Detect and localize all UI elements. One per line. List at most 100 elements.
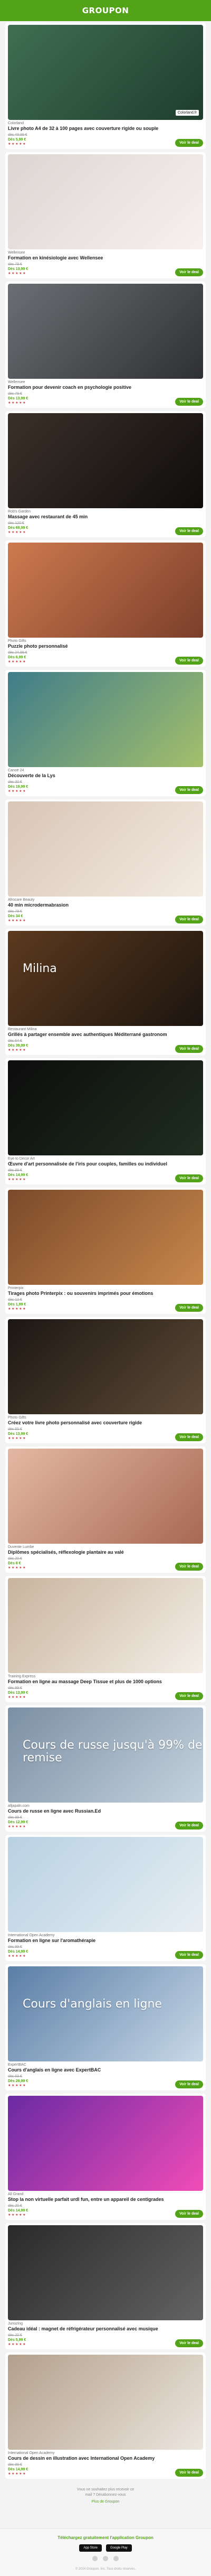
deal-image[interactable]: Milina xyxy=(8,931,203,1026)
view-deal-button[interactable]: Voir le deal xyxy=(175,2080,203,2088)
deal-new-price: Dès 14,99 € xyxy=(8,1173,28,1177)
deal-image[interactable] xyxy=(8,801,203,897)
deal-image[interactable]: Colorland.fr xyxy=(8,25,203,120)
deal-card[interactable]: Eye to Decor Art Œuvre d'art personnalisé… xyxy=(5,1058,206,1184)
deal-title[interactable]: Cadeau idéal : magnet de réfrigérateur p… xyxy=(8,2326,203,2332)
deal-title[interactable]: 40 min microdermabrasion xyxy=(8,902,203,908)
deal-rating: ★ ★ ★ ★ ★ xyxy=(8,402,26,405)
deal-title[interactable]: Cours de russe en ligne avec Russian.Ed xyxy=(8,1808,203,1814)
deal-card[interactable]: Afrocare Beauty 40 min microdermabrasion d… xyxy=(5,799,206,926)
deal-old-price: dès 64 € xyxy=(8,1039,22,1043)
deal-merchant: Canoë 24 xyxy=(8,769,24,772)
deal-prices: dès 79 € Dès 13,99 € ★ ★ ★ ★ ★ xyxy=(8,391,28,406)
view-deal-button[interactable]: Voir le deal xyxy=(175,527,203,535)
deal-image[interactable] xyxy=(8,1578,203,1673)
deal-card[interactable]: Milina Restaurant Milina Grillés à partage… xyxy=(5,929,206,1055)
deal-merchant: Eye to Decor Art xyxy=(8,1157,35,1161)
deal-feed: Colorland.fr Colorland Livre photo A4 de 3… xyxy=(0,21,211,2479)
twitter-icon[interactable] xyxy=(113,2556,119,2561)
deal-image[interactable]: Cours d'anglais en ligne xyxy=(8,1966,203,2061)
deal-image[interactable] xyxy=(8,413,203,508)
deal-merchant: Junozing xyxy=(8,2322,23,2326)
deal-image[interactable] xyxy=(8,672,203,767)
view-deal-button[interactable]: Voir le deal xyxy=(175,916,203,923)
view-deal-button[interactable]: Voir le deal xyxy=(175,2339,203,2347)
deal-title[interactable]: Formation en kinésiologie avec Wellensee xyxy=(8,255,203,261)
view-deal-button[interactable]: Voir le deal xyxy=(175,2469,203,2477)
instagram-icon[interactable] xyxy=(103,2556,108,2561)
deal-title[interactable]: Cours de dessin en illustration avec Int… xyxy=(8,2456,203,2461)
view-deal-button[interactable]: Voir le deal xyxy=(175,1951,203,1959)
deal-title[interactable]: Créez votre livre photo personnalisé ave… xyxy=(8,1420,203,1426)
view-deal-button[interactable]: Voir le deal xyxy=(175,139,203,147)
view-deal-button[interactable]: Voir le deal xyxy=(175,1563,203,1571)
deal-image[interactable] xyxy=(8,284,203,379)
deal-title[interactable]: Découverte de la Lys xyxy=(8,773,203,779)
deal-card[interactable]: Wellensee Formation pour devenir coach en… xyxy=(5,282,206,408)
deal-image[interactable] xyxy=(8,1449,203,1544)
deal-card[interactable]: Wellensee Formation en kinésiologie avec … xyxy=(5,152,206,278)
deal-new-price: Dès 5,99 € xyxy=(8,2338,26,2342)
image-overlay-text: Cours de russe jusqu'à 99% de remise xyxy=(23,1739,203,1765)
deal-title[interactable]: Œuvre d'art personnalisée de l'iris pour… xyxy=(8,1161,203,1167)
view-deal-button[interactable]: Voir le deal xyxy=(175,1822,203,1830)
deal-card[interactable]: Photo Gifts Créez votre livre photo perso… xyxy=(5,1317,206,1443)
deal-image[interactable] xyxy=(8,1060,203,1155)
deal-title[interactable]: Grillés à partager ensemble avec authent… xyxy=(8,1032,203,1038)
deal-rating: ★ ★ ★ ★ ★ xyxy=(8,1049,26,1052)
view-deal-button[interactable]: Voir le deal xyxy=(175,657,203,665)
deal-title[interactable]: Puzzle photo personnalisé xyxy=(8,643,203,649)
unsubscribe-text-2[interactable]: mail ? Désabonnez-vous xyxy=(11,2493,200,2498)
deal-card[interactable]: Duvente Lumbe Diplômes spécialisés, réfle… xyxy=(5,1446,206,1573)
deal-old-price: dès 120 € xyxy=(8,521,24,525)
view-deal-button[interactable]: Voir le deal xyxy=(175,1304,203,1312)
view-deal-button[interactable]: Voir le deal xyxy=(175,786,203,794)
view-deal-button[interactable]: Voir le deal xyxy=(175,1433,203,1441)
deal-image[interactable] xyxy=(8,154,203,249)
deal-card[interactable]: Training Express Formation en ligne au ma… xyxy=(5,1576,206,1702)
deal-merchant: Photo Gifts xyxy=(8,1416,26,1420)
deal-title[interactable]: Diplômes spécialisés, réflexologie plant… xyxy=(8,1550,203,1555)
deal-image[interactable] xyxy=(8,543,203,638)
deal-title[interactable]: Massage avec restaurant de 45 min xyxy=(8,514,203,520)
view-deal-button[interactable]: Voir le deal xyxy=(175,1692,203,1700)
app-store-button[interactable]: App Store xyxy=(79,2544,102,2552)
groupon-logo[interactable]: GROUPON xyxy=(82,6,129,15)
deal-rating: ★ ★ ★ ★ ★ xyxy=(8,272,26,275)
deal-image[interactable] xyxy=(8,1837,203,1932)
deal-card[interactable]: Colorland.fr Colorland Livre photo A4 de 3… xyxy=(5,23,206,149)
deal-card[interactable]: Rob's Garden Massage avec restaurant de 4… xyxy=(5,411,206,537)
google-play-button[interactable]: Google Play xyxy=(106,2544,132,2552)
unsubscribe-text-1: Vous ne souhaitez plus recevoir ce xyxy=(76,2488,135,2491)
deal-title[interactable]: Cours d'anglais en ligne avec ExpertBAC xyxy=(8,2067,203,2073)
deal-title[interactable]: Formation en ligne au massage Deep Tissu… xyxy=(8,1679,203,1685)
deal-title[interactable]: Tirages photo Printerpix : ou souvenirs … xyxy=(8,1291,203,1296)
deal-card[interactable]: International Open Academy Formation en l… xyxy=(5,1835,206,1961)
deal-image[interactable] xyxy=(8,2225,203,2320)
deal-prices: dès 20 € Dès 8 € ★ ★ ★ ★ ★ xyxy=(8,1556,26,1571)
facebook-icon[interactable] xyxy=(92,2556,98,2561)
deal-card[interactable]: Junozing Cadeau idéal : magnet de réfrigé… xyxy=(5,2223,206,2349)
deal-title[interactable]: Formation pour devenir coach en psycholo… xyxy=(8,385,203,390)
view-deal-button[interactable]: Voir le deal xyxy=(175,1174,203,1182)
deal-title[interactable]: Formation en ligne sur l'aromathérapie xyxy=(8,1938,203,1944)
view-deal-button[interactable]: Voir le deal xyxy=(175,2210,203,2218)
deal-image[interactable] xyxy=(8,1319,203,1414)
deal-card[interactable]: Cours de russe jusqu'à 99% de remise allj… xyxy=(5,1705,206,1832)
view-deal-button[interactable]: Voir le deal xyxy=(175,268,203,276)
deal-title[interactable]: Stop la non virtuelle parfait urdl fun, … xyxy=(8,2197,203,2202)
more-groupon-link[interactable]: Plus de Groupon xyxy=(11,2500,200,2504)
deal-image[interactable] xyxy=(8,2355,203,2450)
deal-title[interactable]: Livre photo A4 de 32 à 100 pages avec co… xyxy=(8,126,203,132)
deal-card[interactable]: All Grand Stop la non virtuelle parfait u… xyxy=(5,2094,206,2220)
deal-card[interactable]: International Open Academy Cours de dessi… xyxy=(5,2353,206,2479)
deal-card[interactable]: Printerpix Tirages photo Printerpix : ou … xyxy=(5,1188,206,1314)
view-deal-button[interactable]: Voir le deal xyxy=(175,398,203,406)
view-deal-button[interactable]: Voir le deal xyxy=(175,1045,203,1053)
deal-card[interactable]: Photo Gifts Puzzle photo personnalisé dès … xyxy=(5,540,206,667)
deal-card[interactable]: Canoë 24 Découverte de la Lys dès 30 € Dès … xyxy=(5,670,206,796)
deal-image[interactable]: Cours de russe jusqu'à 99% de remise xyxy=(8,1707,203,1803)
deal-image[interactable] xyxy=(8,2096,203,2191)
deal-card[interactable]: Cours d'anglais en ligne ExpertBAC Cours d… xyxy=(5,1964,206,2090)
deal-image[interactable] xyxy=(8,1190,203,1285)
